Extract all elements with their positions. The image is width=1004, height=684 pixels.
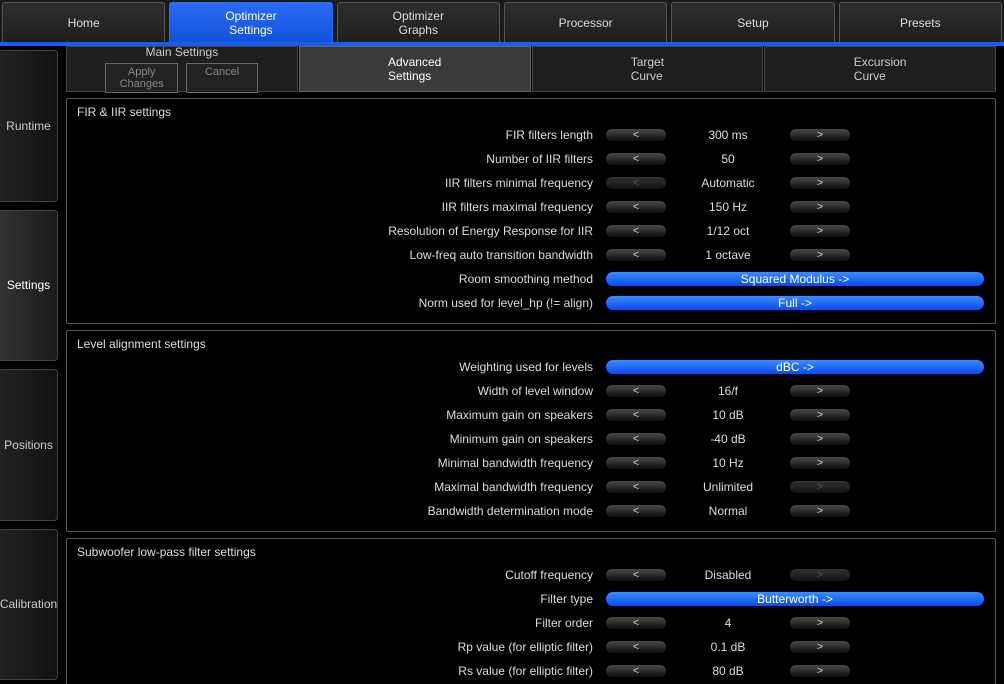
decrement-button[interactable]: < bbox=[605, 248, 667, 262]
increment-button[interactable]: > bbox=[789, 248, 851, 262]
decrement-button[interactable]: < bbox=[605, 200, 667, 214]
label-iir-min-freq: IIR filters minimal frequency bbox=[77, 176, 605, 190]
decrement-button[interactable]: < bbox=[605, 456, 667, 470]
decrement-button[interactable]: < bbox=[605, 616, 667, 630]
value-lowfreq-bw: 1 octave bbox=[673, 248, 783, 262]
decrement-button[interactable]: < bbox=[605, 408, 667, 422]
decrement-button[interactable]: < bbox=[605, 152, 667, 166]
increment-button[interactable]: > bbox=[789, 384, 851, 398]
increment-button[interactable]: > bbox=[789, 664, 851, 678]
side-tab-bar: Runtime Settings Positions Calibration bbox=[0, 46, 58, 684]
decrement-button[interactable]: < bbox=[605, 432, 667, 446]
value-rs: 80 dB bbox=[673, 664, 783, 678]
increment-button[interactable]: > bbox=[789, 616, 851, 630]
label-lowfreq-bw: Low-freq auto transition bandwidth bbox=[77, 248, 605, 262]
cancel-button[interactable]: Cancel bbox=[186, 63, 258, 93]
label-cutoff-freq: Cutoff frequency bbox=[77, 568, 605, 582]
label-filter-order: Filter order bbox=[77, 616, 605, 630]
label-weighting: Weighting used for levels bbox=[77, 360, 605, 374]
label-res-er: Resolution of Energy Response for IIR bbox=[77, 224, 605, 238]
decrement-button[interactable]: < bbox=[605, 664, 667, 678]
sub-tab-advanced-settings[interactable]: AdvancedSettings bbox=[299, 46, 531, 92]
select-filter-type[interactable]: Butterworth -> bbox=[605, 591, 985, 607]
sub-tab-bar: Main Settings Apply Changes Cancel Advan… bbox=[66, 46, 996, 92]
group-title: Subwoofer low-pass filter settings bbox=[77, 545, 985, 559]
increment-button[interactable]: > bbox=[789, 408, 851, 422]
tab-processor[interactable]: Processor bbox=[504, 2, 667, 42]
label-max-gain: Maximum gain on speakers bbox=[77, 408, 605, 422]
label-num-iir: Number of IIR filters bbox=[77, 152, 605, 166]
label-room-smoothing: Room smoothing method bbox=[77, 272, 605, 286]
value-min-bw-freq: 10 Hz bbox=[673, 456, 783, 470]
value-fir-length: 300 ms bbox=[673, 128, 783, 142]
decrement-button[interactable]: < bbox=[605, 504, 667, 518]
decrement-button[interactable]: < bbox=[605, 568, 667, 582]
sub-tab-main-settings[interactable]: Main Settings Apply Changes Cancel bbox=[66, 46, 298, 92]
increment-button[interactable]: > bbox=[789, 504, 851, 518]
label-min-bw-freq: Minimal bandwidth frequency bbox=[77, 456, 605, 470]
group-fir-iir: FIR & IIR settings FIR filters length<30… bbox=[66, 98, 996, 324]
label-bw-mode: Bandwidth determination mode bbox=[77, 504, 605, 518]
value-num-iir: 50 bbox=[673, 152, 783, 166]
decrement-button[interactable]: < bbox=[605, 640, 667, 654]
value-width-window: 16/f bbox=[673, 384, 783, 398]
decrement-button[interactable]: < bbox=[605, 128, 667, 142]
decrement-button[interactable]: < bbox=[605, 480, 667, 494]
label-iir-max-freq: IIR filters maximal frequency bbox=[77, 200, 605, 214]
increment-button[interactable]: > bbox=[789, 176, 851, 190]
label-rp-value: Rp value (for elliptic filter) bbox=[77, 640, 605, 654]
increment-button: > bbox=[789, 568, 851, 582]
increment-button[interactable]: > bbox=[789, 224, 851, 238]
group-level-alignment: Level alignment settings Weighting used … bbox=[66, 330, 996, 532]
value-max-gain: 10 dB bbox=[673, 408, 783, 422]
sub-tab-label: Main Settings bbox=[146, 46, 219, 59]
decrement-button[interactable]: < bbox=[605, 384, 667, 398]
decrement-button: < bbox=[605, 176, 667, 190]
increment-button[interactable]: > bbox=[789, 640, 851, 654]
label-width-window: Width of level window bbox=[77, 384, 605, 398]
sub-tab-excursion-curve[interactable]: ExcursionCurve bbox=[764, 46, 996, 92]
select-weighting[interactable]: dBC -> bbox=[605, 359, 985, 375]
value-rp: 0.1 dB bbox=[673, 640, 783, 654]
value-max-bw-freq: Unlimited bbox=[673, 480, 783, 494]
apply-changes-button[interactable]: Apply Changes bbox=[105, 63, 177, 93]
label-fir-length: FIR filters length bbox=[77, 128, 605, 142]
value-bw-mode: Normal bbox=[673, 504, 783, 518]
side-tab-runtime[interactable]: Runtime bbox=[0, 50, 58, 202]
value-min-gain: -40 dB bbox=[673, 432, 783, 446]
increment-button[interactable]: > bbox=[789, 152, 851, 166]
increment-button: > bbox=[789, 480, 851, 494]
decrement-button[interactable]: < bbox=[605, 224, 667, 238]
increment-button[interactable]: > bbox=[789, 128, 851, 142]
value-filter-order: 4 bbox=[673, 616, 783, 630]
select-norm-levelhp[interactable]: Full -> bbox=[605, 295, 985, 311]
tab-home[interactable]: Home bbox=[2, 2, 165, 42]
label-norm-levelhp: Norm used for level_hp (!= align) bbox=[77, 296, 605, 310]
tab-setup[interactable]: Setup bbox=[671, 2, 834, 42]
tab-optimizer-graphs[interactable]: OptimizerGraphs bbox=[337, 2, 500, 42]
increment-button[interactable]: > bbox=[789, 200, 851, 214]
side-tab-settings[interactable]: Settings bbox=[0, 210, 58, 362]
label-rs-value: Rs value (for elliptic filter) bbox=[77, 664, 605, 678]
label-min-gain: Minimum gain on speakers bbox=[77, 432, 605, 446]
top-tab-bar: Home OptimizerSettings OptimizerGraphs P… bbox=[0, 0, 1004, 42]
side-tab-calibration[interactable]: Calibration bbox=[0, 529, 58, 681]
value-cutoff-freq: Disabled bbox=[673, 568, 783, 582]
value-res-er: 1/12 oct bbox=[673, 224, 783, 238]
label-max-bw-freq: Maximal bandwidth frequency bbox=[77, 480, 605, 494]
group-subwoofer-lpf: Subwoofer low-pass filter settings Cutof… bbox=[66, 538, 996, 684]
label-filter-type: Filter type bbox=[77, 592, 605, 606]
select-room-smoothing[interactable]: Squared Modulus -> bbox=[605, 271, 985, 287]
group-title: Level alignment settings bbox=[77, 337, 985, 351]
side-tab-positions[interactable]: Positions bbox=[0, 369, 58, 521]
group-title: FIR & IIR settings bbox=[77, 105, 985, 119]
value-iir-max-freq: 150 Hz bbox=[673, 200, 783, 214]
increment-button[interactable]: > bbox=[789, 456, 851, 470]
tab-optimizer-settings[interactable]: OptimizerSettings bbox=[169, 2, 332, 42]
sub-tab-target-curve[interactable]: TargetCurve bbox=[532, 46, 764, 92]
tab-presets[interactable]: Presets bbox=[839, 2, 1002, 42]
value-iir-min-freq: Automatic bbox=[673, 176, 783, 190]
increment-button[interactable]: > bbox=[789, 432, 851, 446]
